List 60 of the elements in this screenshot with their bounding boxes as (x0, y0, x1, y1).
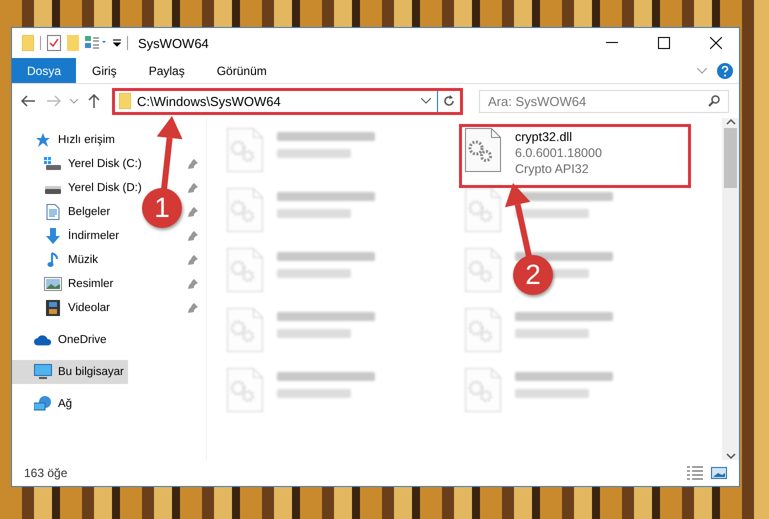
help-icon[interactable] (717, 62, 733, 78)
gear-file-icon (465, 248, 501, 292)
recent-locations-icon[interactable] (70, 98, 78, 104)
nav-item[interactable]: Yerel Disk (C:) (12, 152, 146, 176)
details-view-icon[interactable] (687, 466, 703, 480)
large-icons-view-icon[interactable] (711, 466, 727, 480)
scroll-down-icon[interactable] (726, 452, 736, 460)
cloud-icon (34, 334, 52, 346)
nav-item[interactable]: Videolar (12, 296, 114, 320)
gear-file-icon (227, 368, 263, 412)
nav-item[interactable]: Belgeler (12, 200, 114, 224)
nav-item[interactable]: OneDrive (12, 328, 111, 352)
nav-item[interactable]: Müzik (12, 248, 102, 272)
address-bar[interactable]: C:\Windows\SysWOW64 (112, 88, 463, 114)
minimize-icon[interactable] (606, 42, 618, 44)
picture-icon (44, 277, 62, 291)
star-icon (34, 132, 52, 148)
file-version: 6.0.6001.18000 (515, 145, 602, 161)
gear-file-icon (465, 128, 501, 172)
chevron-down-icon[interactable] (421, 98, 431, 104)
ribbon-tab[interactable]: Giriş (76, 58, 133, 83)
refresh-icon[interactable] (443, 95, 455, 107)
folder-icon (119, 93, 131, 109)
expand-ribbon-icon[interactable] (697, 68, 707, 74)
window-title: SysWOW64 (138, 36, 210, 50)
file-name: crypt32.dll (515, 129, 573, 145)
gear-file-icon (227, 308, 263, 352)
ribbon-tab[interactable]: Paylaş (132, 58, 201, 83)
download-icon (44, 228, 62, 244)
properties-icon[interactable] (47, 35, 61, 51)
gear-file-icon (227, 188, 263, 232)
view-options-icon[interactable] (85, 36, 107, 50)
nav-item[interactable]: Bu bilgisayar (12, 360, 128, 384)
gear-file-icon (465, 308, 501, 352)
item-count: 163 öğe (24, 466, 68, 480)
search-icon (708, 95, 720, 107)
video-icon (44, 300, 62, 316)
system-drive-icon (44, 157, 62, 171)
document-icon (44, 204, 62, 220)
close-icon[interactable] (710, 37, 722, 49)
scrollbar[interactable] (722, 118, 739, 460)
nav-item[interactable]: Resimler (12, 272, 118, 296)
nav-item[interactable]: İndirmeler (12, 224, 124, 248)
nav-item[interactable]: Hızlı erişim (12, 128, 119, 152)
nav-item[interactable]: Ağ (12, 392, 76, 416)
ribbon-tab[interactable]: Dosya (12, 58, 76, 83)
computer-icon (34, 364, 52, 380)
folder-icon (22, 35, 34, 51)
search-field[interactable]: Ara: SysWOW64 (479, 90, 729, 112)
dropdown-icon[interactable] (113, 39, 121, 47)
gear-file-icon (227, 128, 263, 172)
gear-file-icon (465, 188, 501, 232)
gear-file-icon (227, 248, 263, 292)
file-description: Crypto API32 (515, 161, 590, 177)
network-icon (34, 396, 52, 412)
maximize-icon[interactable] (658, 37, 670, 49)
ribbon-tab[interactable]: Görünüm (200, 58, 283, 83)
scroll-up-icon[interactable] (726, 118, 736, 126)
gear-file-icon (465, 368, 501, 412)
scroll-thumb[interactable] (724, 128, 737, 188)
